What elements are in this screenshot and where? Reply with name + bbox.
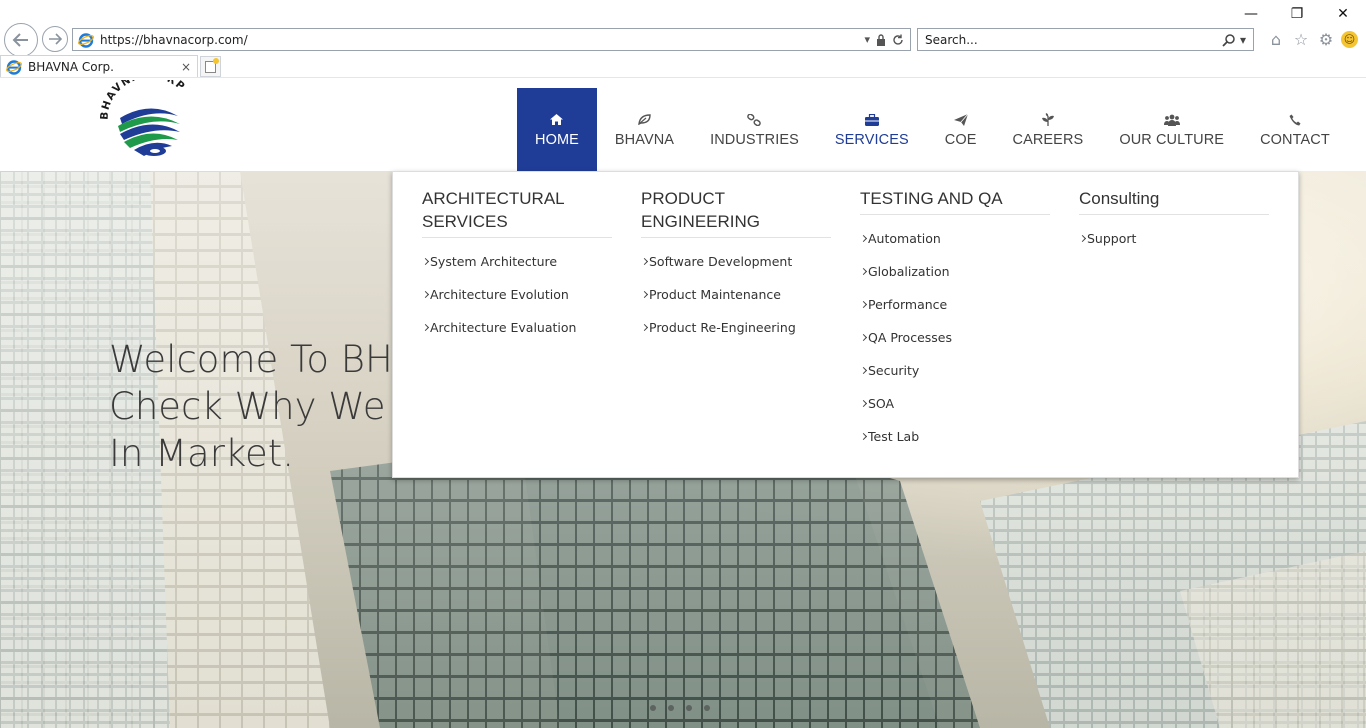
mega-col-list: Automation Globalization Performance QA …	[860, 230, 1050, 461]
tab-close-icon[interactable]: ×	[181, 60, 197, 74]
hero-line-1: Welcome To BH	[109, 338, 393, 381]
lock-icon[interactable]	[876, 33, 886, 46]
hero-line-3: In Market.	[109, 432, 295, 475]
close-window-button[interactable]: ✕	[1320, 0, 1366, 28]
mega-link[interactable]: Globalization	[860, 263, 1050, 296]
home-browser-icon[interactable]: ⌂	[1266, 29, 1286, 49]
link-icon	[747, 112, 762, 128]
nav-our-culture[interactable]: OUR CULTURE	[1101, 88, 1242, 171]
feedback-smiley-icon[interactable]: ☺	[1341, 30, 1358, 48]
new-tab-button[interactable]	[200, 56, 221, 77]
mega-col-testing-qa: TESTING AND QA Automation Globalization …	[860, 187, 1050, 461]
nav-services[interactable]: SERVICES	[817, 88, 927, 171]
mega-col-title[interactable]: TESTING AND QA	[860, 187, 1050, 215]
favorites-star-icon[interactable]: ☆	[1291, 29, 1311, 49]
nav-coe-label: COE	[944, 131, 977, 148]
ie-logo-icon	[78, 32, 94, 48]
mega-link[interactable]: QA Processes	[860, 329, 1050, 362]
nav-contact[interactable]: CONTACT	[1242, 88, 1348, 171]
nav-services-label: SERVICES	[834, 131, 909, 148]
users-icon	[1163, 112, 1180, 128]
leaf-icon	[638, 112, 651, 128]
briefcase-icon	[864, 112, 879, 128]
nav-contact-label: CONTACT	[1260, 131, 1330, 148]
nav-careers-label: CAREERS	[1012, 131, 1084, 148]
site-header: BHAVNA CORP HOME	[0, 78, 1366, 171]
mega-link[interactable]: Software Development	[641, 253, 831, 286]
nav-bhavna-label: BHAVNA	[614, 131, 675, 148]
nav-home[interactable]: HOME	[517, 88, 597, 171]
slider-dot[interactable]	[650, 705, 656, 711]
main-nav: HOME BHAVNA INDUSTRIES SERVICES COE CARE…	[517, 88, 1348, 171]
browser-search-box[interactable]: ▾	[917, 28, 1254, 51]
mega-link[interactable]: System Architecture	[422, 253, 612, 286]
logo-graphic: BHAVNA CORP	[99, 78, 186, 156]
mega-col-consulting: Consulting Support	[1079, 187, 1269, 263]
nav-bhavna[interactable]: BHAVNA	[597, 88, 692, 171]
slider-dots	[650, 705, 710, 711]
new-tab-icon	[205, 57, 219, 73]
phone-icon	[1289, 112, 1301, 128]
slider-dot[interactable]	[686, 705, 692, 711]
forward-button[interactable]	[42, 26, 68, 52]
nav-coe[interactable]: COE	[927, 88, 995, 171]
arrow-left-icon	[12, 33, 28, 47]
mega-link[interactable]: Product Maintenance	[641, 286, 831, 319]
nav-home-label: HOME	[535, 131, 579, 148]
dropdown-arrow-icon[interactable]: ▾	[864, 33, 870, 46]
mega-col-title[interactable]: PRODUCT ENGINEERING	[641, 187, 831, 238]
hero-headline: Welcome To BH Check Why We In Market.	[109, 336, 393, 477]
mega-col-list: System Architecture Architecture Evoluti…	[422, 253, 612, 352]
arrow-right-icon	[49, 33, 62, 45]
web-page: BHAVNA CORP HOME	[0, 78, 1366, 728]
browser-tab[interactable]: BHAVNA Corp. ×	[0, 55, 198, 78]
window-controls: — ❐ ✕	[1228, 0, 1366, 28]
tab-title: BHAVNA Corp.	[28, 60, 114, 74]
mega-link[interactable]: Architecture Evolution	[422, 286, 612, 319]
browser-toolbar-icons: ⌂ ☆ ⚙ ☺	[1266, 29, 1358, 49]
nav-industries[interactable]: INDUSTRIES	[692, 88, 817, 171]
mega-col-list: Support	[1079, 230, 1269, 263]
pagelines-icon	[1041, 112, 1054, 128]
slider-dot[interactable]	[704, 705, 710, 711]
mega-col-product-engineering: PRODUCT ENGINEERING Software Development…	[641, 187, 831, 352]
tab-ie-icon	[6, 60, 22, 75]
paper-plane-icon	[953, 112, 968, 128]
mega-link[interactable]: Automation	[860, 230, 1050, 263]
slider-dot[interactable]	[668, 705, 674, 711]
mega-link[interactable]: Security	[860, 362, 1050, 395]
mega-link[interactable]: SOA	[860, 395, 1050, 428]
mega-col-list: Software Development Product Maintenance…	[641, 253, 831, 352]
home-icon	[550, 112, 564, 128]
minimize-button[interactable]: —	[1228, 0, 1274, 28]
mega-link[interactable]: Test Lab	[860, 428, 1050, 461]
nav-careers[interactable]: CAREERS	[995, 88, 1102, 171]
mega-col-architectural: ARCHITECTURAL SERVICES System Architectu…	[422, 187, 612, 352]
search-dropdown-icon[interactable]: ▾	[1240, 33, 1246, 47]
services-mega-menu: ARCHITECTURAL SERVICES System Architectu…	[392, 171, 1299, 478]
refresh-icon[interactable]	[892, 34, 904, 46]
hero-line-2: Check Why We	[109, 385, 386, 428]
settings-gear-icon[interactable]: ⚙	[1316, 29, 1336, 49]
back-button[interactable]	[4, 23, 38, 57]
nav-our-culture-label: OUR CULTURE	[1119, 131, 1225, 148]
mega-col-title[interactable]: ARCHITECTURAL SERVICES	[422, 187, 612, 238]
mega-col-title[interactable]: Consulting	[1079, 187, 1269, 215]
restore-button[interactable]: ❐	[1274, 0, 1320, 28]
mega-link[interactable]: Architecture Evaluation	[422, 319, 612, 352]
address-bar[interactable]: https://bhavnacorp.com/ ▾	[72, 28, 911, 51]
nav-industries-label: INDUSTRIES	[710, 131, 799, 148]
bhavna-corp-logo[interactable]: BHAVNA CORP	[99, 78, 196, 164]
search-icon[interactable]	[1222, 33, 1236, 47]
browser-search-input[interactable]	[918, 32, 1222, 47]
mega-link[interactable]: Performance	[860, 296, 1050, 329]
mega-link[interactable]: Support	[1079, 230, 1269, 263]
url-text[interactable]: https://bhavnacorp.com/	[100, 33, 864, 47]
mega-link[interactable]: Product Re-Engineering	[641, 319, 831, 352]
